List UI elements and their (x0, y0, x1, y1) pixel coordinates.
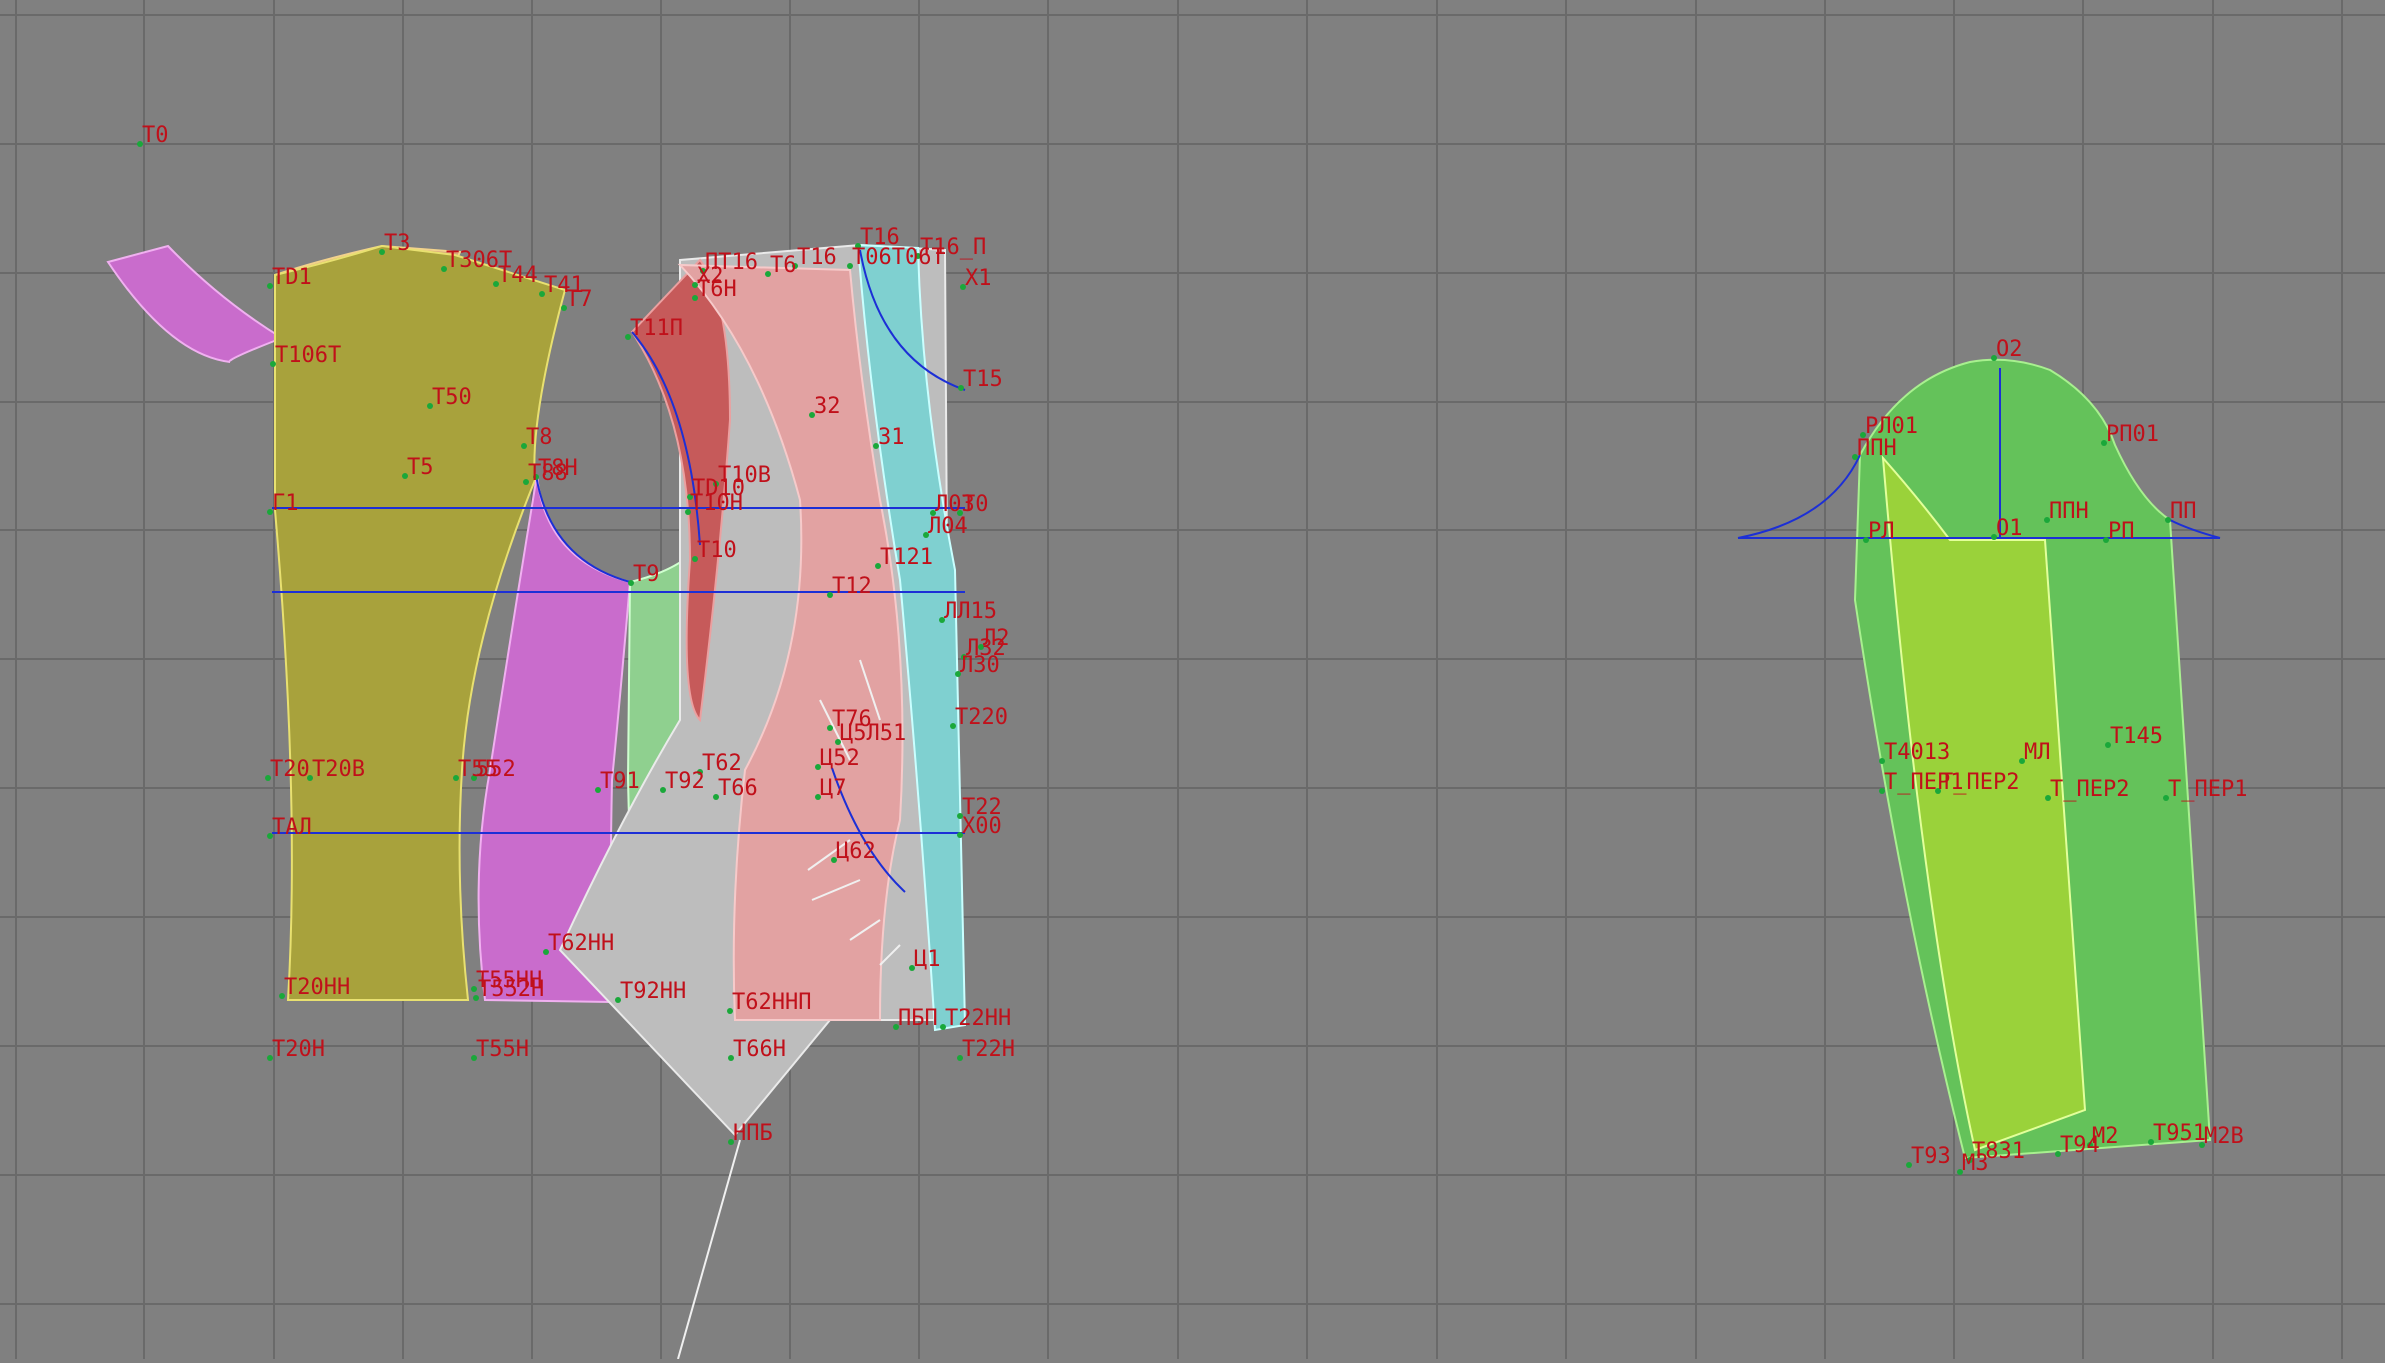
point-label-rl[interactable]: РЛ (1868, 519, 1895, 544)
point-label-t44[interactable]: T44 (498, 263, 538, 288)
point-label-hnb[interactable]: HПБ (733, 1121, 773, 1146)
point-label-tper2b[interactable]: T_ПЕР2 (2050, 777, 2129, 802)
point-label-t6[interactable]: T6 (770, 253, 797, 278)
point-label-t16a[interactable]: T16 (797, 245, 837, 270)
point-label-t20[interactable]: T20 (270, 757, 310, 782)
point-label-t11p[interactable]: T11П (630, 316, 683, 341)
point-label-c62[interactable]: Ц62 (836, 839, 876, 864)
point-label-t62hh[interactable]: T62HH (548, 931, 614, 956)
point-label-t12[interactable]: T12 (832, 574, 872, 599)
point-label-ppn2[interactable]: ППН (2049, 499, 2089, 524)
point-label-t66h[interactable]: T66H (733, 1037, 786, 1062)
point-label-tper1b[interactable]: T_ПЕР1 (2168, 777, 2247, 802)
point-label-x1[interactable]: X1 (965, 266, 992, 291)
point-label-t50[interactable]: T50 (432, 385, 472, 410)
point-label-t6h[interactable]: T6H (697, 277, 737, 302)
point-label-rp[interactable]: РП (2108, 519, 2135, 544)
point-label-t10[interactable]: T10 (697, 538, 737, 563)
point-label-p32[interactable]: 32 (814, 394, 841, 419)
point-label-ppn[interactable]: ППН (1857, 436, 1897, 461)
point-label-g1[interactable]: Г1 (272, 491, 299, 516)
point-label-m3[interactable]: М3 (1962, 1151, 1989, 1176)
point-label-ml[interactable]: МЛ (2024, 740, 2051, 765)
pattern-canvas[interactable]: T0 T3 T306T T44 T41 T7 TD1 T106T T50 T5 T8 T8H T88 Г1… (0, 0, 2385, 1360)
point-label-t20h[interactable]: T20H (272, 1037, 325, 1062)
point-label-l30[interactable]: Л30 (960, 653, 1000, 678)
point-label-td1[interactable]: TD1 (272, 265, 312, 290)
point-label-t88[interactable]: T88 (528, 461, 568, 486)
point-label-t20hh[interactable]: T20HH (284, 975, 350, 1000)
point-label-t106t[interactable]: T106T (275, 343, 341, 368)
point-label-t3[interactable]: T3 (384, 231, 411, 256)
point-label-pp[interactable]: ПП (2170, 499, 2197, 524)
point-label-t62[interactable]: T62 (702, 751, 742, 776)
point-label-ta1[interactable]: TАЛ (272, 815, 312, 840)
point-label-t94[interactable]: T94 (2060, 1133, 2100, 1158)
point-label-t7[interactable]: T7 (566, 287, 593, 312)
point-label-l15[interactable]: ЛЛ15 (944, 599, 997, 624)
point-label-t4013[interactable]: T4013 (1884, 740, 1950, 765)
point-label-tper2a[interactable]: T_ПЕР2 (1940, 770, 2019, 795)
point-label-t66[interactable]: T66 (718, 776, 758, 801)
point-label-t93[interactable]: T93 (1911, 1144, 1951, 1169)
point-label-m2b[interactable]: М2B (2204, 1124, 2244, 1149)
point-label-t20b[interactable]: T20B (312, 757, 365, 782)
point-label-p31[interactable]: 31 (878, 425, 905, 450)
point-label-pb[interactable]: ПБП (898, 1006, 938, 1031)
point-label-o2[interactable]: O2 (1996, 337, 2023, 362)
point-label-c52[interactable]: Ц52 (820, 746, 860, 771)
point-label-t55h2[interactable]: T552H (478, 977, 544, 1002)
point-label-t8[interactable]: T8 (526, 425, 553, 450)
point-label-t10h[interactable]: T10H (690, 491, 743, 516)
point-label-t220[interactable]: T220 (955, 705, 1008, 730)
point-label-t55h[interactable]: T55H (476, 1037, 529, 1062)
point-label-t5[interactable]: T5 (407, 455, 434, 480)
point-label-t16p[interactable]: T16_П (920, 235, 986, 260)
point-label-c7[interactable]: Ц7 (820, 776, 847, 801)
point-label-x00[interactable]: X00 (962, 814, 1002, 839)
pattern-drawing[interactable]: T0T3T306TT44 T41T7TD1T106TT50T5T8T8HT88Г1… (0, 0, 2385, 1360)
point-label-t22hh[interactable]: T22HH (945, 1006, 1011, 1031)
point-label-t15[interactable]: T15 (963, 367, 1003, 392)
point-label-c1[interactable]: Ц1 (914, 947, 941, 972)
point-label-t9[interactable]: T9 (633, 562, 660, 587)
point-label-pp01[interactable]: РП01 (2106, 422, 2159, 447)
point-label-t22h[interactable]: T22H (962, 1037, 1015, 1062)
point-label-t92[interactable]: T92 (665, 769, 705, 794)
point-label-l04[interactable]: Л04 (928, 514, 968, 539)
point-label-t62hhp[interactable]: T62HHП (732, 990, 811, 1015)
point-label-t145[interactable]: T145 (2110, 724, 2163, 749)
point-label-t92hh[interactable]: T92HH (620, 979, 686, 1004)
point-label-t91[interactable]: T91 (600, 769, 640, 794)
point-label-t51[interactable]: Ц5Л51 (840, 721, 906, 746)
point-label-o1[interactable]: O1 (1996, 516, 2023, 541)
point-label-t121[interactable]: T121 (880, 545, 933, 570)
point-label-t95[interactable]: T951 (2153, 1121, 2206, 1146)
point-label-t0[interactable]: T0 (142, 123, 169, 148)
point-label-t552[interactable]: 552 (476, 757, 516, 782)
